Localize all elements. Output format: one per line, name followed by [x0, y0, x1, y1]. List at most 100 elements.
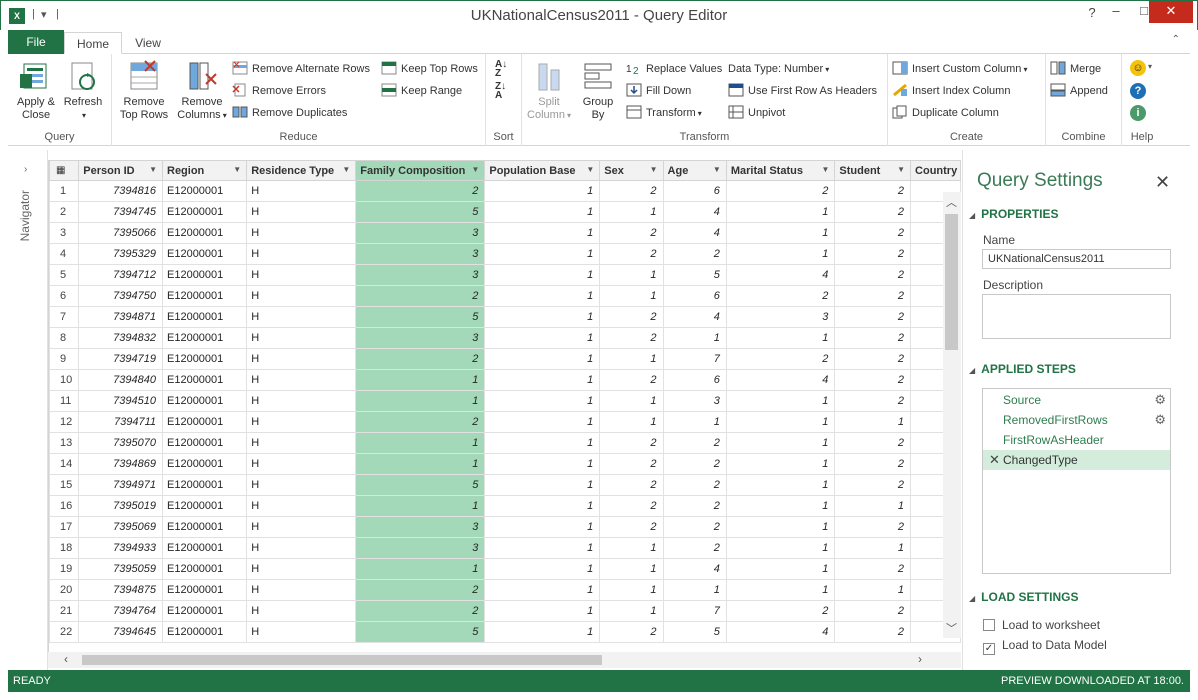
- load-to-worksheet-checkbox[interactable]: Load to worksheet: [983, 618, 1100, 632]
- transform-button[interactable]: Transform ▾: [626, 103, 702, 123]
- table-cell[interactable]: 1: [725, 495, 836, 517]
- table-cell[interactable]: 2: [355, 348, 486, 370]
- table-cell[interactable]: E12000001: [161, 432, 248, 454]
- table-row[interactable]: 4 7395329 E12000001 H 3 1 2 2 1 2: [49, 243, 961, 265]
- table-cell[interactable]: 1: [484, 474, 601, 496]
- table-cell[interactable]: 1: [484, 411, 601, 433]
- table-cell[interactable]: 2: [834, 621, 912, 643]
- table-cell[interactable]: 4: [662, 222, 727, 244]
- table-row[interactable]: 3 7395066 E12000001 H 3 1 2 4 1 2: [49, 222, 961, 244]
- table-cell[interactable]: 4: [662, 558, 727, 580]
- table-cell[interactable]: 1: [484, 558, 601, 580]
- unpivot-button[interactable]: Unpivot: [728, 103, 785, 123]
- step-source[interactable]: Source ⚙: [983, 390, 1170, 410]
- column-header[interactable]: Country: [910, 160, 961, 181]
- column-header[interactable]: Marital Status ▼: [725, 160, 836, 181]
- remove-columns-button[interactable]: Remove Columns ▾: [174, 60, 230, 122]
- table-row[interactable]: 7 7394871 E12000001 H 5 1 2 4 3 2: [49, 306, 961, 328]
- table-cell[interactable]: H: [246, 390, 357, 412]
- table-row[interactable]: 12 7394711 E12000001 H 2 1 1 1 1 1: [49, 411, 961, 433]
- table-cell[interactable]: E12000001: [161, 201, 248, 223]
- table-cell[interactable]: 2: [662, 474, 727, 496]
- column-header[interactable]: Family Composition ▼: [355, 160, 486, 181]
- table-cell[interactable]: 1: [725, 327, 836, 349]
- table-cell[interactable]: 2: [599, 369, 664, 391]
- table-cell[interactable]: 1: [599, 201, 664, 223]
- table-cell[interactable]: 2: [355, 285, 486, 307]
- table-cell[interactable]: 1: [599, 600, 664, 622]
- fill-down-button[interactable]: Fill Down: [626, 81, 691, 101]
- table-cell[interactable]: 3: [355, 264, 486, 286]
- table-cell[interactable]: H: [246, 453, 357, 475]
- table-cell[interactable]: E12000001: [161, 285, 248, 307]
- table-cell[interactable]: 2: [355, 411, 486, 433]
- filter-dropdown-icon[interactable]: ▼: [342, 165, 350, 174]
- table-cell[interactable]: 1: [599, 579, 664, 601]
- table-cell[interactable]: E12000001: [161, 327, 248, 349]
- table-cell[interactable]: E12000001: [161, 537, 248, 559]
- table-cell[interactable]: 2: [599, 474, 664, 496]
- table-cell[interactable]: H: [246, 579, 357, 601]
- table-row[interactable]: 10 7394840 E12000001 H 1 1 2 6 4 2: [49, 369, 961, 391]
- table-cell[interactable]: E12000001: [161, 306, 248, 328]
- table-cell[interactable]: 1: [484, 516, 601, 538]
- table-cell[interactable]: 2: [834, 348, 912, 370]
- table-cell[interactable]: E12000001: [161, 411, 248, 433]
- table-cell[interactable]: 4: [662, 201, 727, 223]
- table-cell[interactable]: 2: [834, 369, 912, 391]
- table-cell[interactable]: 7394645: [78, 621, 163, 643]
- table-cell[interactable]: 1: [484, 537, 601, 559]
- remove-duplicates-button[interactable]: Remove Duplicates: [232, 103, 347, 123]
- table-row[interactable]: 21 7394764 E12000001 H 2 1 1 7 2 2: [49, 600, 961, 622]
- table-cell[interactable]: H: [246, 516, 357, 538]
- table-cell[interactable]: 2: [355, 600, 486, 622]
- properties-section[interactable]: ◢ PROPERTIES: [969, 207, 1059, 221]
- table-cell[interactable]: 4: [725, 369, 836, 391]
- checkbox-icon[interactable]: [983, 619, 995, 631]
- checkbox-icon[interactable]: ✓: [983, 643, 995, 655]
- table-cell[interactable]: E12000001: [161, 453, 248, 475]
- table-row[interactable]: 22 7394645 E12000001 H 5 1 2 5 4 2: [49, 621, 961, 643]
- table-cell[interactable]: 2: [599, 453, 664, 475]
- table-cell[interactable]: 1: [599, 390, 664, 412]
- table-cell[interactable]: 1: [725, 411, 836, 433]
- table-cell[interactable]: 2: [725, 600, 836, 622]
- table-cell[interactable]: 7394712: [78, 264, 163, 286]
- remove-columns-dropdown-icon[interactable]: ▾: [223, 111, 227, 120]
- table-cell[interactable]: 1: [599, 558, 664, 580]
- table-cell[interactable]: 7394711: [78, 411, 163, 433]
- table-row[interactable]: 9 7394719 E12000001 H 2 1 1 7 2 2: [49, 348, 961, 370]
- table-cell[interactable]: 7394764: [78, 600, 163, 622]
- table-cell[interactable]: H: [246, 264, 357, 286]
- table-cell[interactable]: 7394971: [78, 474, 163, 496]
- table-cell[interactable]: 1: [484, 390, 601, 412]
- table-cell[interactable]: 1: [484, 453, 601, 475]
- table-row[interactable]: 6 7394750 E12000001 H 2 1 1 6 2 2: [49, 285, 961, 307]
- table-cell[interactable]: 3: [355, 243, 486, 265]
- table-row[interactable]: 5 7394712 E12000001 H 3 1 1 5 4 2: [49, 264, 961, 286]
- table-cell[interactable]: 1: [725, 516, 836, 538]
- table-cell[interactable]: 2: [725, 348, 836, 370]
- insert-custom-column-button[interactable]: Insert Custom Column ▾: [892, 59, 1027, 79]
- table-cell[interactable]: 1: [725, 432, 836, 454]
- step-changed-type[interactable]: ✕ ChangedType: [983, 450, 1170, 470]
- column-header[interactable]: Region ▼: [161, 160, 248, 181]
- table-cell[interactable]: 2: [834, 474, 912, 496]
- table-cell[interactable]: 7395070: [78, 432, 163, 454]
- table-cell[interactable]: 2: [834, 201, 912, 223]
- table-cell[interactable]: H: [246, 474, 357, 496]
- table-cell[interactable]: H: [246, 201, 357, 223]
- table-cell[interactable]: 1: [834, 579, 912, 601]
- table-cell[interactable]: E12000001: [161, 390, 248, 412]
- table-cell[interactable]: 2: [662, 516, 727, 538]
- remove-top-rows-button[interactable]: Remove Top Rows: [114, 60, 174, 122]
- table-cell[interactable]: 5: [355, 621, 486, 643]
- table-cell[interactable]: 2: [599, 516, 664, 538]
- tab-home[interactable]: Home: [64, 32, 122, 54]
- table-cell[interactable]: 3: [355, 516, 486, 538]
- vertical-scroll-thumb[interactable]: [945, 214, 958, 350]
- table-cell[interactable]: 2: [834, 243, 912, 265]
- table-cell[interactable]: 2: [725, 180, 836, 202]
- table-cell[interactable]: 3: [355, 222, 486, 244]
- table-cell[interactable]: E12000001: [161, 621, 248, 643]
